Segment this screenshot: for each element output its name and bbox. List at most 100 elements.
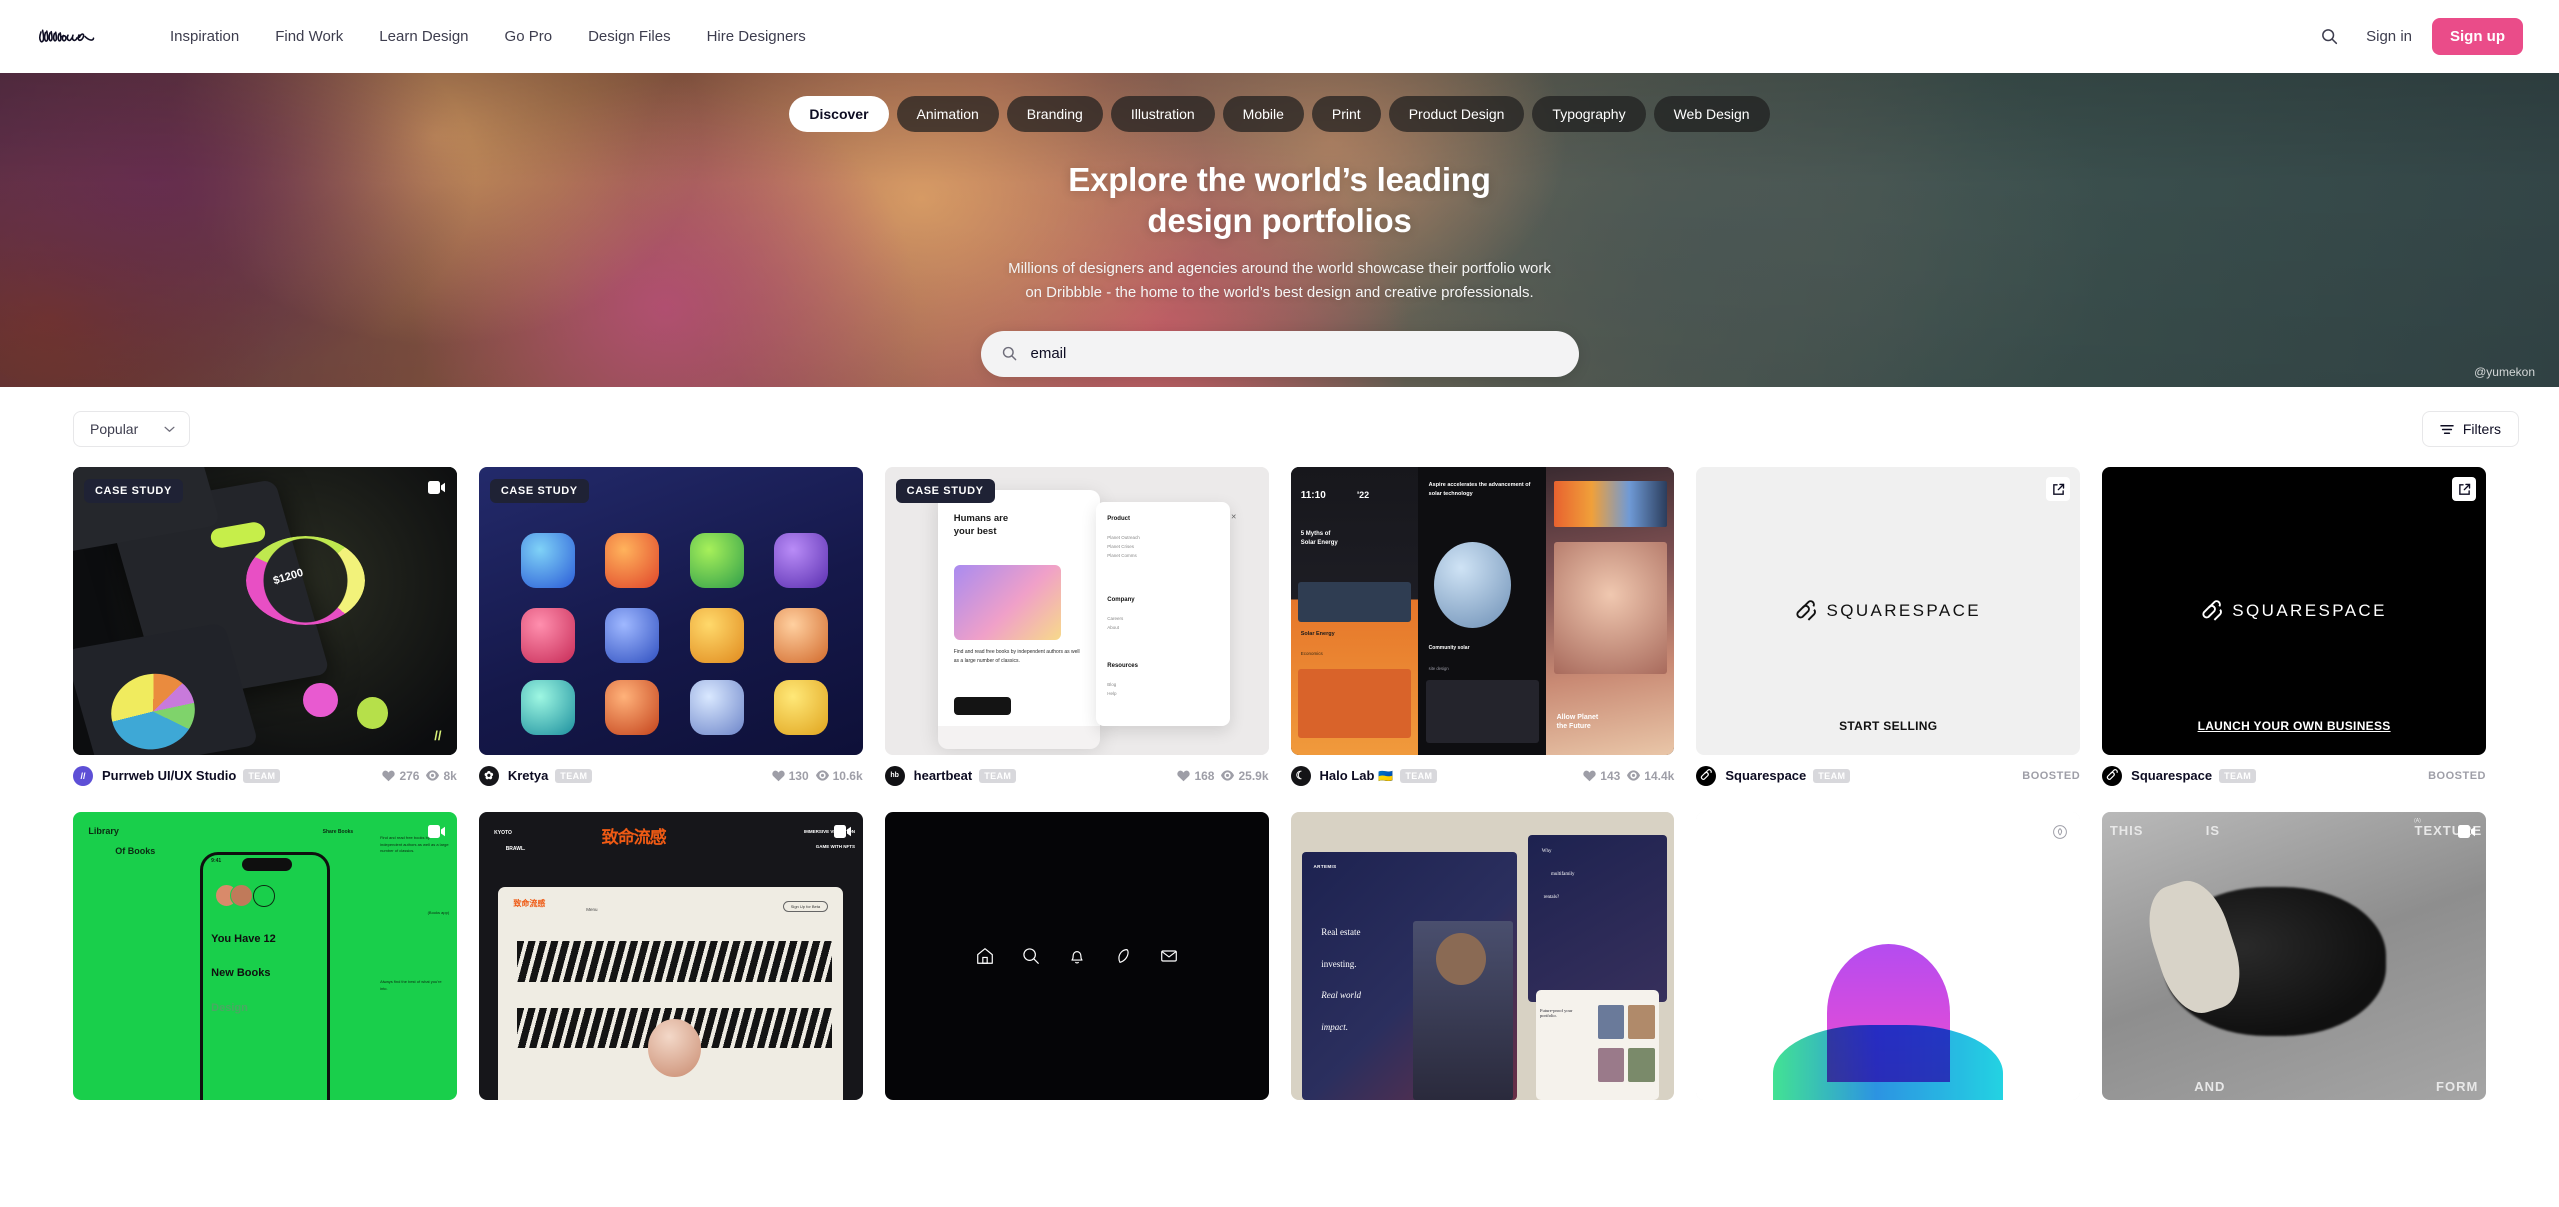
shot-thumbnail[interactable] xyxy=(1696,811,2081,1100)
squarespace-mark-icon xyxy=(1796,600,1817,621)
art-word-2: IS xyxy=(2205,823,2221,839)
views-count: 8k xyxy=(443,768,457,783)
squarespace-wordmark: SQUARESPACE xyxy=(1826,600,1982,620)
nav-item-go-pro[interactable]: Go Pro xyxy=(487,20,571,53)
nav-item-inspiration[interactable]: Inspiration xyxy=(152,20,257,53)
shot-card: $1200 // CASE STUDY // Purrweb UI/UX Stu… xyxy=(73,467,457,786)
hero-search-bar[interactable] xyxy=(980,330,1579,377)
avatar[interactable]: hb xyxy=(884,765,905,786)
shot-thumbnail[interactable]: Library Of Books Share Books 9:41 You Ha… xyxy=(73,811,457,1100)
art-label-1: KYOTO xyxy=(494,830,512,837)
shot-thumbnail[interactable]: KYOTO BRAWL. 致命流感 IMMERSIVE VR ACTION GA… xyxy=(478,811,863,1100)
video-icon xyxy=(427,822,447,842)
country-flag-icon: 🇺🇦 xyxy=(1378,768,1394,783)
hero-image-credit[interactable]: @yumekon xyxy=(2474,365,2535,379)
boosted-badge: BOOSTED xyxy=(2022,769,2081,782)
art-title-2: Of Books xyxy=(115,846,156,857)
category-pill-typography[interactable]: Typography xyxy=(1532,96,1646,132)
shot-card: ARTEMIS Real estate investing. Real worl… xyxy=(1290,811,1675,1100)
views-count: 14.4k xyxy=(1644,768,1675,783)
shot-meta: // Purrweb UI/UX Studio TEAM 276 8k xyxy=(73,765,457,786)
shot-thumbnail[interactable]: CASE STUDY xyxy=(478,467,863,755)
team-badge: TEAM xyxy=(1813,768,1851,783)
shot-author[interactable]: Squarespace xyxy=(2131,768,2212,783)
shot-card xyxy=(1696,811,2081,1100)
art-menu: Menu xyxy=(586,906,598,912)
squarespace-wordmark: SQUARESPACE xyxy=(2232,600,2387,620)
sign-up-button[interactable]: Sign up xyxy=(2432,18,2523,55)
hero-subtitle-line-1: Millions of designers and agencies aroun… xyxy=(1008,259,1551,277)
likes-count: 276 xyxy=(399,768,420,783)
shot-author[interactable]: Halo Lab xyxy=(1320,768,1375,783)
shot-thumbnail[interactable]: SQUARESPACE LAUNCH YOUR OWN BUSINESS xyxy=(2102,467,2486,755)
category-pill-branding[interactable]: Branding xyxy=(1006,96,1103,132)
views-stat: 14.4k xyxy=(1627,769,1674,783)
shot-thumbnail[interactable]: THIS IS TEXTURE (A) AND FORM xyxy=(2102,811,2486,1100)
rocket-icon[interactable] xyxy=(2050,822,2070,842)
sort-dropdown[interactable]: Popular xyxy=(73,411,191,447)
category-pill-animation[interactable]: Animation xyxy=(896,96,999,132)
eye-icon xyxy=(1627,770,1641,781)
nav-item-design-files[interactable]: Design Files xyxy=(570,20,689,53)
hero-section: Discover Animation Branding Illustration Mob… xyxy=(0,73,2559,387)
search-icon xyxy=(1002,347,1016,361)
likes-count: 143 xyxy=(1600,768,1621,783)
avatar[interactable] xyxy=(1696,765,1717,786)
heart-icon xyxy=(1177,770,1191,782)
filters-button-label: Filters xyxy=(2462,421,2501,437)
shot-thumbnail[interactable]: ARTEMIS Real estate investing. Real worl… xyxy=(1290,811,1675,1100)
shot-thumbnail[interactable]: $1200 // CASE STUDY xyxy=(73,467,457,755)
external-link-icon[interactable] xyxy=(2046,477,2071,501)
shot-card: THIS IS TEXTURE (A) AND FORM xyxy=(2102,811,2486,1100)
shot-card: Library Of Books Share Books 9:41 You Ha… xyxy=(73,811,457,1100)
category-pill-discover[interactable]: Discover xyxy=(789,96,889,132)
shot-author[interactable]: Purrweb UI/UX Studio xyxy=(102,768,236,783)
filter-bar: Popular Filters xyxy=(0,387,2559,447)
category-pill-row: Discover Animation Branding Illustration Mob… xyxy=(0,73,2559,132)
shot-author[interactable]: heartbeat xyxy=(914,768,973,783)
sign-in-link[interactable]: Sign in xyxy=(2352,20,2426,53)
category-pill-print[interactable]: Print xyxy=(1311,96,1381,132)
shot-artwork: Library Of Books Share Books 9:41 You Ha… xyxy=(73,811,457,1100)
likes-count: 168 xyxy=(1194,768,1215,783)
avatar[interactable]: // xyxy=(73,765,93,786)
nav-item-find-work[interactable]: Find Work xyxy=(257,20,361,53)
category-pill-web-design[interactable]: Web Design xyxy=(1653,96,1770,132)
avatar[interactable]: ☾ xyxy=(1290,765,1311,786)
art-superscript: (A) xyxy=(2414,817,2421,824)
team-badge: TEAM xyxy=(243,768,281,783)
shot-meta: ☾ Halo Lab 🇺🇦 TEAM 143 14.4k xyxy=(1290,765,1674,786)
nav-item-hire-designers[interactable]: Hire Designers xyxy=(689,20,824,53)
category-pill-product-design[interactable]: Product Design xyxy=(1388,96,1525,132)
heart-icon xyxy=(382,770,396,782)
avatar[interactable]: ✿ xyxy=(478,765,499,786)
shot-thumbnail[interactable]: SQUARESPACE START SELLING xyxy=(1696,467,2081,755)
art-small-1: Share Books xyxy=(322,829,354,836)
art-side-3: rentals? xyxy=(1543,895,1560,901)
shot-artwork xyxy=(884,811,1269,1100)
team-badge: TEAM xyxy=(2219,768,2257,783)
shot-stats: 168 25.9k xyxy=(1177,768,1269,783)
search-input[interactable] xyxy=(1030,345,1559,363)
shot-meta: ✿ Kretya TEAM 130 10.6k xyxy=(478,765,863,786)
shot-thumbnail[interactable]: 11:10 '22 5 Myths of Solar Energy Solar E… xyxy=(1290,467,1675,755)
filters-button[interactable]: Filters xyxy=(2421,411,2519,447)
shot-thumbnail[interactable]: Humans are your best Find and read free b… xyxy=(884,467,1269,755)
shot-author[interactable]: Kretya xyxy=(508,768,548,783)
team-badge: TEAM xyxy=(979,768,1017,783)
shot-artwork: $1200 // xyxy=(73,467,457,755)
art-cta[interactable]: Sign Up for Beta xyxy=(782,901,829,913)
avatar[interactable] xyxy=(2102,765,2123,786)
ad-cta-label[interactable]: START SELLING xyxy=(1696,719,2080,733)
nav-item-learn-design[interactable]: Learn Design xyxy=(361,20,486,53)
shot-author[interactable]: Squarespace xyxy=(1725,768,1806,783)
category-pill-mobile[interactable]: Mobile xyxy=(1222,96,1304,132)
heart-icon xyxy=(1583,770,1596,782)
external-link-icon[interactable] xyxy=(2452,477,2476,501)
search-icon[interactable] xyxy=(2312,20,2346,54)
art-head-2: New Books xyxy=(211,967,271,980)
shot-thumbnail[interactable] xyxy=(884,811,1269,1100)
ad-cta-label[interactable]: LAUNCH YOUR OWN BUSINESS xyxy=(2102,719,2486,733)
category-pill-illustration[interactable]: Illustration xyxy=(1110,96,1215,132)
dribbble-logo[interactable] xyxy=(38,26,112,48)
